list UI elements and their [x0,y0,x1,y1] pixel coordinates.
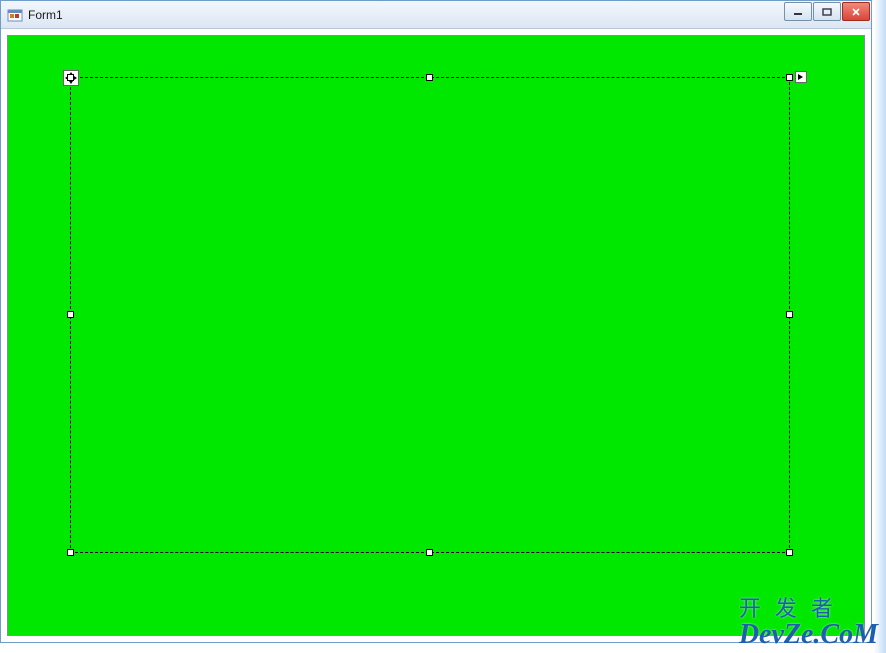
resize-handle-middle-left[interactable] [67,311,74,318]
resize-handle-middle-right[interactable] [786,311,793,318]
resize-handle-top-right[interactable] [786,74,793,81]
form-icon [7,7,23,23]
window-frame: Form1 [0,0,872,643]
close-button[interactable] [842,2,870,21]
window-title: Form1 [28,8,63,22]
resize-handle-bottom-right[interactable] [786,549,793,556]
right-edge-gradient [874,0,886,653]
resize-handle-top-middle[interactable] [426,74,433,81]
maximize-button[interactable] [813,2,841,21]
selected-control-outline[interactable] [70,77,790,553]
titlebar[interactable]: Form1 [1,1,871,29]
window-controls [784,2,870,21]
resize-handle-bottom-middle[interactable] [426,549,433,556]
resize-handle-top-left[interactable] [67,74,74,81]
smart-tag-arrow-icon[interactable] [795,71,807,83]
form-designer-surface[interactable] [7,35,865,636]
resize-handle-bottom-left[interactable] [67,549,74,556]
minimize-button[interactable] [784,2,812,21]
